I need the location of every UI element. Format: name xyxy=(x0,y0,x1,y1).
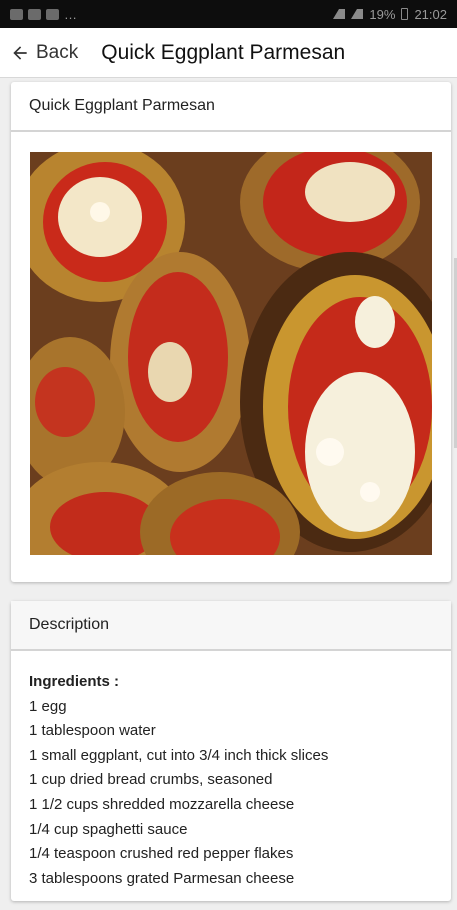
battery-icon xyxy=(401,8,409,20)
mail-notification-icon xyxy=(46,8,59,20)
back-label: Back xyxy=(36,41,79,63)
app-bar: Back Quick Eggplant Parmesan xyxy=(0,28,457,78)
ingredients-label: Ingredients : xyxy=(29,673,120,690)
signal-icon xyxy=(333,9,346,19)
mail-notification-icon xyxy=(28,8,41,20)
description-body: Ingredients : 1 egg 1 tablespoon water 1… xyxy=(11,651,451,910)
ingredient-item: 1 cup dried bread crumbs, seasoned xyxy=(29,771,273,789)
notification-icons: … xyxy=(10,7,77,22)
arrow-left-icon xyxy=(13,45,27,60)
description-card: Description Ingredients : 1 egg 1 tables… xyxy=(11,601,451,901)
ingredient-item: 1/4 cup spaghetti sauce xyxy=(29,820,188,838)
recipe-card-title: Quick Eggplant Parmesan xyxy=(11,82,451,132)
status-bar: … 19% 21:02 xyxy=(0,0,457,28)
description-heading: Description xyxy=(11,601,451,651)
ingredient-item: 1 small eggplant, cut into 3/4 inch thic… xyxy=(29,746,329,764)
ingredient-item: 1 egg xyxy=(29,697,67,715)
ingredient-item: 1 1/2 cups shredded mozzarella cheese xyxy=(29,795,295,813)
back-button[interactable]: Back xyxy=(0,28,78,77)
ingredient-item: 1 tablespoon water xyxy=(29,722,156,740)
page-title: Quick Eggplant Parmesan xyxy=(101,40,346,64)
more-notifications-icon: … xyxy=(64,6,77,22)
eggplant-parmesan-image xyxy=(30,152,432,555)
recipe-photo xyxy=(30,152,432,555)
clock: 21:02 xyxy=(414,6,447,22)
image-notification-icon xyxy=(10,8,23,20)
battery-percent: 19% xyxy=(369,6,396,22)
ingredient-item: 1/4 teaspoon crushed red pepper flakes xyxy=(29,845,294,863)
wifi-icon xyxy=(351,9,364,19)
ingredient-item: 3 tablespoons grated Parmesan cheese xyxy=(29,869,295,887)
recipe-card: Quick Eggplant Parmesan xyxy=(11,82,451,582)
